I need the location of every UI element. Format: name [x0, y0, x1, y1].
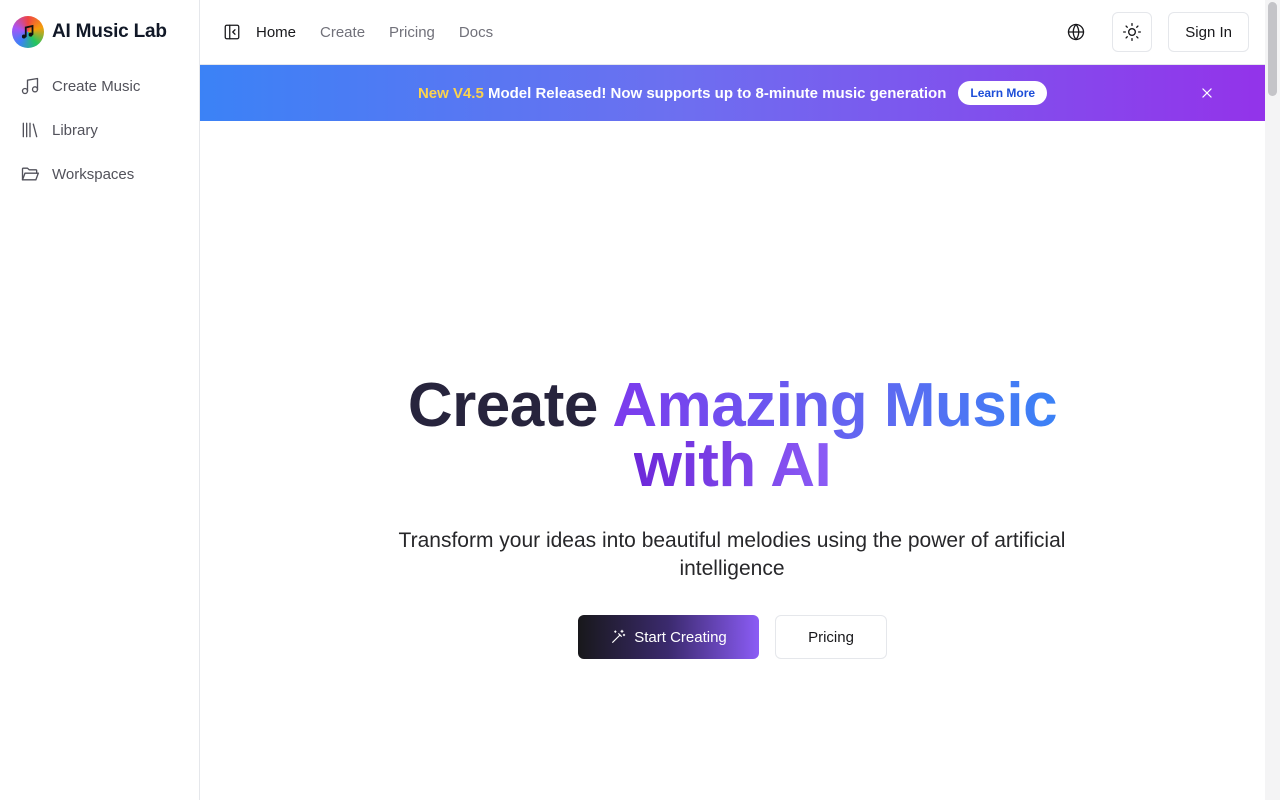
magic-wand-icon [612, 629, 626, 643]
announcement-highlight: New V4.5 [417, 84, 484, 102]
library-icon [22, 122, 38, 138]
sun-icon [1123, 23, 1142, 41]
globe-icon [1068, 23, 1085, 41]
sidebar-item-workspaces[interactable]: Workspaces [12, 152, 187, 196]
hero-title-highlight: Amazing Music [612, 371, 1058, 440]
folder-open-icon [21, 167, 39, 181]
close-icon[interactable] [1197, 83, 1217, 103]
header-actions: Sign In [1056, 12, 1249, 52]
theme-toggle-button[interactable] [1112, 12, 1153, 52]
sidebar-item-label: Workspaces [52, 165, 135, 183]
start-creating-button[interactable]: Start Creating [578, 615, 759, 659]
nav-create[interactable]: Create [320, 24, 365, 41]
announcement-message: Model Released! Now supports up to 8-min… [483, 84, 947, 102]
music-icon [21, 77, 39, 95]
hero-section: Create Amazing Music with AI Transform y… [200, 121, 1265, 800]
nav-docs[interactable]: Docs [459, 24, 493, 41]
hero-title-word: Create [407, 371, 599, 440]
music-note-icon [12, 16, 44, 48]
language-button[interactable] [1056, 12, 1096, 52]
header-nav: Home Create Pricing Docs [256, 24, 493, 41]
pricing-button[interactable]: Pricing [775, 615, 887, 659]
top-bar: Home Create Pricing Docs Sign In [200, 0, 1265, 65]
sidebar-nav: Create Music Library Workspaces [0, 64, 199, 196]
sidebar-item-library[interactable]: Library [12, 108, 187, 152]
sidebar-item-label: Library [52, 121, 98, 139]
sidebar-toggle-icon[interactable] [220, 20, 244, 44]
hero-actions: Start Creating Pricing [200, 615, 1265, 659]
learn-more-button[interactable]: Learn More [958, 81, 1048, 105]
hero-title-line2: with AI [633, 431, 832, 500]
nav-pricing[interactable]: Pricing [389, 24, 435, 41]
sidebar-item-create-music[interactable]: Create Music [12, 64, 187, 108]
announcement-banner: New V4.5 Model Released! Now supports up… [200, 65, 1265, 121]
hero-subtitle: Transform your ideas into beautiful melo… [398, 529, 1066, 580]
scrollbar-thumb[interactable] [1268, 2, 1277, 96]
sidebar-item-label: Create Music [52, 77, 141, 95]
brand[interactable]: AI Music Lab [0, 0, 199, 64]
sidebar: AI Music Lab Create Music Library Worksp… [0, 0, 200, 800]
scrollbar[interactable] [1265, 0, 1280, 800]
start-creating-label: Start Creating [634, 628, 727, 646]
hero-title: Create Amazing Music with AI [200, 375, 1265, 500]
brand-name: AI Music Lab [52, 21, 167, 42]
sign-in-button[interactable]: Sign In [1168, 12, 1249, 52]
announcement-text: New V4.5 Model Released! Now supports up… [418, 85, 946, 102]
nav-home[interactable]: Home [256, 24, 296, 41]
